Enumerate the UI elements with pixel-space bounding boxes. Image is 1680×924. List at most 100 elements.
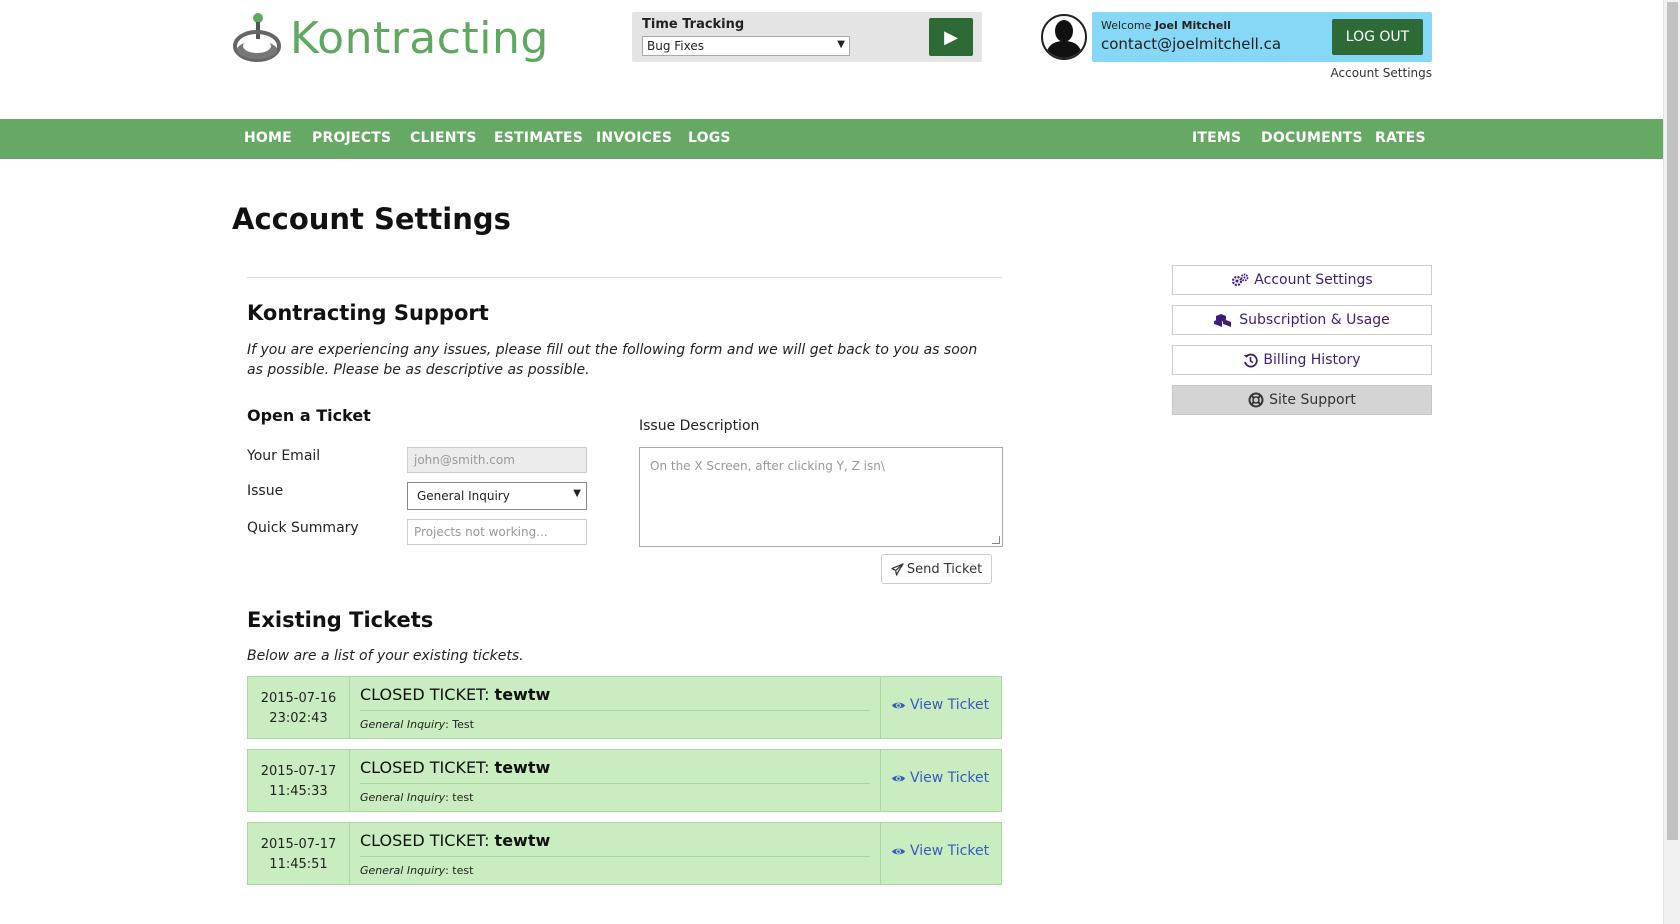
nav-documents[interactable]: DOCUMENTS xyxy=(1261,130,1363,146)
account-settings-link[interactable]: Account Settings xyxy=(1290,66,1432,80)
open-ticket-heading: Open a Ticket xyxy=(247,406,371,425)
summary-input[interactable]: Projects not working... xyxy=(407,519,587,545)
sidebar-item-label: Subscription & Usage xyxy=(1239,312,1390,328)
ticket-title: CLOSED TICKET: tewtw xyxy=(360,685,550,704)
view-ticket-link[interactable]: View Ticket xyxy=(891,697,989,713)
user-email: contact@joelmitchell.ca xyxy=(1101,35,1282,53)
ticket-row: 2015-07-16 23:02:43 CLOSED TICKET: tewtw… xyxy=(247,676,1002,739)
ticket-detail: : test xyxy=(445,864,474,877)
ticket-category: General Inquiry xyxy=(360,791,446,804)
ticket-detail: : test xyxy=(445,791,474,804)
send-ticket-button[interactable]: Send Ticket xyxy=(881,554,992,584)
ticket-time: 11:45:51 xyxy=(269,857,328,872)
page-scrollbar[interactable] xyxy=(1663,0,1680,924)
welcome-message: Welcome Joel Mitchell xyxy=(1101,19,1231,32)
ticket-row: 2015-07-17 11:45:33 CLOSED TICKET: tewtw… xyxy=(247,749,1002,812)
ticket-title: CLOSED TICKET: tewtw xyxy=(360,758,550,777)
time-tracking-select[interactable]: Bug Fixes ▼ xyxy=(642,36,850,56)
logout-button[interactable]: LOG OUT xyxy=(1332,19,1423,55)
brand-logo[interactable]: Kontracting xyxy=(232,12,549,64)
existing-tickets-heading: Existing Tickets xyxy=(247,608,434,632)
nav-projects[interactable]: PROJECTS xyxy=(312,130,391,146)
view-ticket-link[interactable]: View Ticket xyxy=(891,770,989,786)
sidebar-item-subscription-usage[interactable]: Subscription & Usage xyxy=(1172,305,1432,335)
ticket-datetime: 2015-07-17 11:45:33 xyxy=(248,750,350,811)
nav-rates[interactable]: RATES xyxy=(1375,130,1426,146)
eye-icon xyxy=(891,848,906,854)
ticket-detail: : Test xyxy=(445,718,474,731)
ticket-divider xyxy=(360,783,870,784)
user-name: Joel Mitchell xyxy=(1154,19,1231,32)
play-icon: ▶ xyxy=(944,26,958,48)
nav-items[interactable]: ITEMS xyxy=(1192,130,1241,146)
ticket-subject: tewtw xyxy=(494,685,551,704)
sidebar-item-billing-history[interactable]: Billing History xyxy=(1172,345,1432,375)
dropdown-arrow-icon: ▼ xyxy=(573,488,581,499)
ticket-meta: General Inquiry: test xyxy=(360,864,473,877)
ticket-date: 2015-07-17 xyxy=(260,764,337,779)
sidebar-item-site-support[interactable]: Site Support xyxy=(1172,385,1432,415)
summary-label: Quick Summary xyxy=(247,520,359,536)
sidebar-item-label: Site Support xyxy=(1269,392,1356,408)
dropdown-arrow-icon: ▼ xyxy=(837,39,845,50)
eye-icon xyxy=(891,702,906,708)
support-heading: Kontracting Support xyxy=(247,301,489,325)
resize-grip-icon[interactable] xyxy=(992,536,1000,544)
ticket-date: 2015-07-17 xyxy=(260,837,337,852)
welcome-prefix: Welcome xyxy=(1101,19,1155,32)
view-ticket-label: View Ticket xyxy=(910,770,990,786)
history-icon xyxy=(1244,353,1259,367)
logo-mark-icon xyxy=(232,12,282,64)
issue-select[interactable]: General Inquiry ▼ xyxy=(407,482,587,510)
start-timer-button[interactable]: ▶ xyxy=(929,18,973,56)
ticket-body: CLOSED TICKET: tewtw General Inquiry: te… xyxy=(350,823,881,884)
nav-home[interactable]: HOME xyxy=(244,130,292,146)
email-label: Your Email xyxy=(247,448,321,464)
nav-clients[interactable]: CLIENTS xyxy=(410,130,477,146)
support-intro: If you are experiencing any issues, plea… xyxy=(247,342,978,378)
description-placeholder: On the X Screen, after clicking Y, Z isn… xyxy=(650,459,885,473)
issue-selected: General Inquiry xyxy=(417,489,510,503)
nav-logs[interactable]: LOGS xyxy=(688,130,731,146)
sidebar-item-label: Account Settings xyxy=(1254,272,1373,288)
description-textarea[interactable]: On the X Screen, after clicking Y, Z isn… xyxy=(639,447,1003,547)
ticket-time: 23:02:43 xyxy=(269,711,328,726)
ticket-category: General Inquiry xyxy=(360,864,446,877)
section-divider xyxy=(247,277,1002,278)
user-avatar xyxy=(1041,14,1087,60)
sidebar-item-account-settings[interactable]: Account Settings xyxy=(1172,265,1432,295)
ticket-body: CLOSED TICKET: tewtw General Inquiry: te… xyxy=(350,750,881,811)
view-ticket-label: View Ticket xyxy=(910,843,990,859)
main-navbar: HOME PROJECTS CLIENTS ESTIMATES INVOICES… xyxy=(0,119,1663,159)
ticket-body: CLOSED TICKET: tewtw General Inquiry: Te… xyxy=(350,677,881,738)
ticket-date: 2015-07-16 xyxy=(260,691,337,706)
ticket-row: 2015-07-17 11:45:51 CLOSED TICKET: tewtw… xyxy=(247,822,1002,885)
ticket-meta: General Inquiry: test xyxy=(360,791,473,804)
existing-tickets-intro: Below are a list of your existing ticket… xyxy=(247,648,524,664)
ticket-title: CLOSED TICKET: tewtw xyxy=(360,831,550,850)
send-ticket-label: Send Ticket xyxy=(906,561,983,577)
time-tracking-widget: Time Tracking Bug Fixes ▼ ▶ xyxy=(632,12,982,62)
ticket-category: General Inquiry xyxy=(360,718,446,731)
view-ticket-link[interactable]: View Ticket xyxy=(891,843,989,859)
brand-name: Kontracting xyxy=(290,12,549,64)
ticket-status: CLOSED TICKET: xyxy=(360,685,495,704)
nav-estimates[interactable]: ESTIMATES xyxy=(494,130,583,146)
email-field[interactable]: john@smith.com xyxy=(407,447,587,473)
eye-icon xyxy=(891,775,906,781)
ticket-datetime: 2015-07-16 23:02:43 xyxy=(248,677,350,738)
cubes-icon xyxy=(1214,313,1232,327)
nav-invoices[interactable]: INVOICES xyxy=(596,130,672,146)
sidebar-item-label: Billing History xyxy=(1263,352,1361,368)
user-info-box: Welcome Joel Mitchell contact@joelmitche… xyxy=(1092,12,1432,62)
description-label: Issue Description xyxy=(639,418,760,434)
scrollbar-thumb[interactable] xyxy=(1667,2,1678,840)
ticket-meta: General Inquiry: Test xyxy=(360,718,474,731)
time-tracking-selected: Bug Fixes xyxy=(647,39,704,53)
view-ticket-label: View Ticket xyxy=(910,697,990,713)
ticket-datetime: 2015-07-17 11:45:51 xyxy=(248,823,350,884)
paper-plane-icon xyxy=(891,562,904,576)
ticket-time: 11:45:33 xyxy=(269,784,328,799)
user-silhouette-icon xyxy=(1045,20,1083,58)
issue-label: Issue xyxy=(247,483,284,499)
